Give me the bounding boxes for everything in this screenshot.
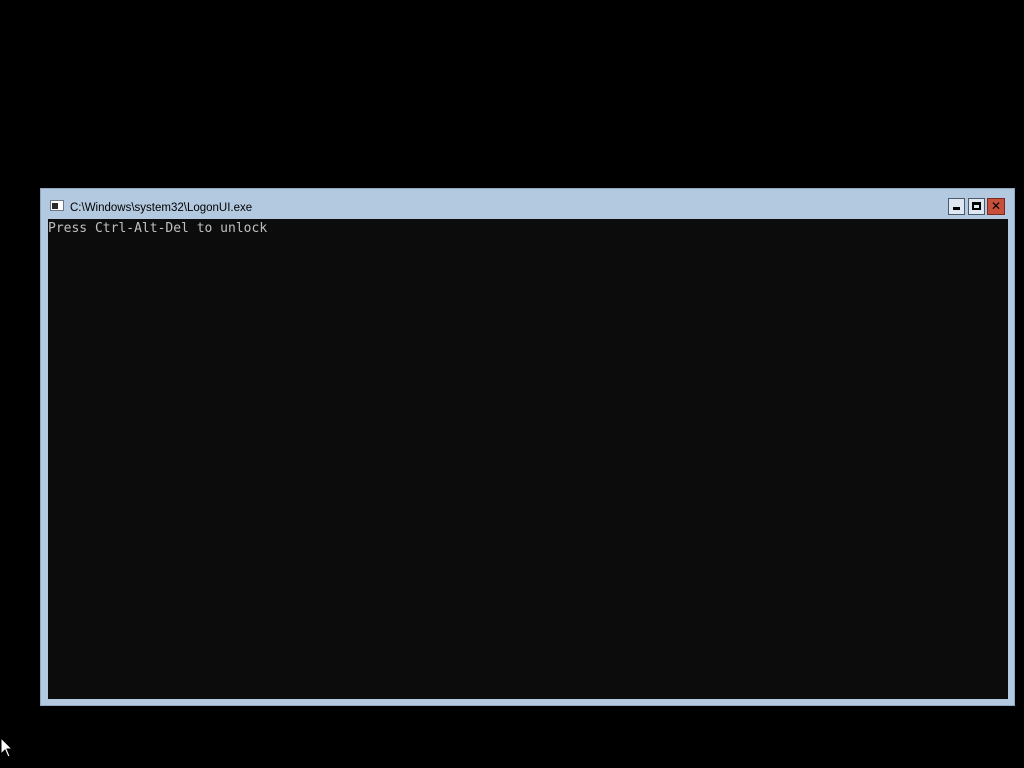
minimize-button[interactable] [948,198,965,215]
maximize-button[interactable] [968,198,985,215]
window-title: C:\Windows\system32\LogonUI.exe [70,202,253,214]
console-line-unlock-prompt: Press Ctrl-Alt-Del to unlock [48,221,268,236]
console-screen-shape [52,203,58,209]
minimize-icon [953,207,960,210]
window-titlebar[interactable]: C:\Windows\system32\LogonUI.exe ✕ [41,189,1014,219]
mouse-pointer-icon [0,737,14,758]
close-icon: ✕ [990,199,1002,213]
console-output-area[interactable]: Press Ctrl-Alt-Del to unlock [48,219,1008,699]
maximize-icon [972,202,981,210]
console-window-icon[interactable] [50,200,64,211]
close-button[interactable]: ✕ [987,198,1005,215]
desktop: C:\Windows\system32\LogonUI.exe ✕ Press … [0,0,1024,768]
console-window[interactable]: C:\Windows\system32\LogonUI.exe ✕ Press … [40,188,1015,706]
